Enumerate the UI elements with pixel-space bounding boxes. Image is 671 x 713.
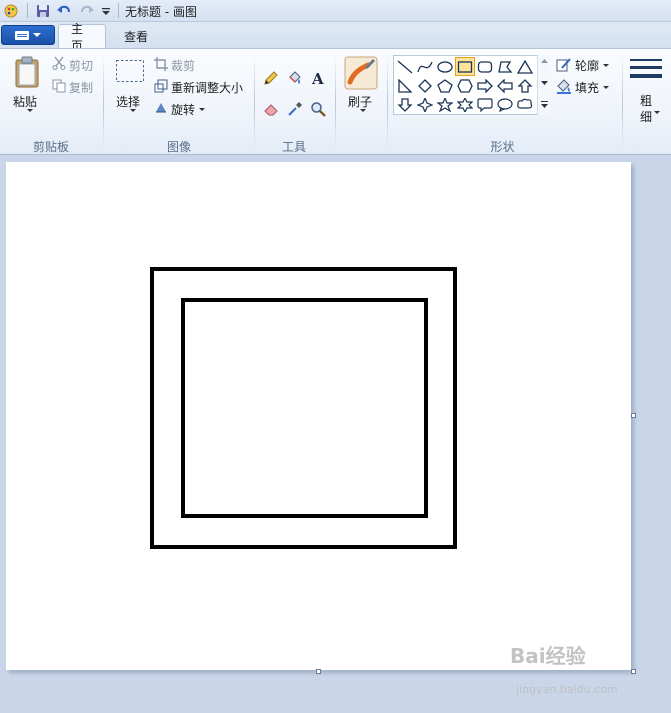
color-picker-icon[interactable] — [284, 98, 306, 120]
right-triangle-shape-icon[interactable] — [395, 76, 415, 95]
resize-icon — [153, 78, 169, 94]
size-button[interactable]: 粗细 — [640, 93, 654, 125]
right-arrow-shape-icon[interactable] — [475, 76, 495, 95]
fill-button[interactable]: 填充 — [575, 79, 610, 96]
title-bar: 无标题 - 画图 — [0, 0, 671, 22]
image-group-label: 图像 — [166, 140, 191, 154]
brushes-button[interactable]: 刷子 — [348, 93, 372, 110]
rotate-icon — [153, 99, 169, 115]
group-divider — [387, 55, 388, 151]
brushes-dropdown[interactable] — [356, 109, 366, 112]
cloud-callout-shape-icon[interactable] — [515, 95, 535, 114]
chevron-down-icon — [33, 33, 41, 37]
canvas-resize-handle-corner[interactable] — [631, 669, 636, 674]
paste-dropdown[interactable] — [23, 109, 33, 112]
chevron-down-icon — [199, 108, 206, 111]
canvas-resize-handle-bottom[interactable] — [316, 669, 321, 674]
rotate-button[interactable]: 旋转 — [171, 101, 206, 118]
oval-callout-shape-icon[interactable] — [495, 95, 515, 114]
customize-qat-icon[interactable] — [97, 2, 115, 20]
brush-icon[interactable] — [344, 56, 378, 90]
diamond-shape-icon[interactable] — [415, 76, 435, 95]
tools-group-label: 工具 — [281, 140, 306, 154]
group-divider — [335, 55, 336, 151]
shapes-gallery-scrollbar[interactable] — [537, 55, 550, 115]
hexagon-shape-icon[interactable] — [455, 76, 475, 95]
tab-view[interactable]: 查看 — [112, 24, 160, 48]
oval-shape-icon[interactable] — [435, 57, 455, 76]
copy-icon — [51, 78, 67, 94]
fill-bucket-icon[interactable] — [284, 67, 306, 89]
chevron-down-icon — [654, 111, 660, 114]
chevron-down-icon — [130, 109, 136, 112]
ribbon-tabs: 主页 查看 — [0, 22, 671, 53]
six-point-star-shape-icon[interactable] — [455, 95, 475, 114]
magnifier-icon[interactable] — [307, 98, 329, 120]
line-width-icon[interactable] — [629, 57, 663, 85]
qat-divider — [27, 3, 28, 18]
select-dropdown[interactable] — [126, 109, 136, 112]
crop-button[interactable]: 裁剪 — [171, 57, 195, 74]
save-icon[interactable] — [34, 2, 52, 20]
group-divider — [103, 55, 104, 151]
cut-button[interactable]: 剪切 — [69, 57, 93, 74]
four-point-star-shape-icon[interactable] — [415, 95, 435, 114]
curve-shape-icon[interactable] — [415, 57, 435, 76]
fill-label: 填充 — [575, 81, 600, 95]
resize-button[interactable]: 重新调整大小 — [171, 79, 243, 96]
rounded-callout-shape-icon[interactable] — [475, 95, 495, 114]
window-title: 无标题 - 画图 — [125, 5, 197, 19]
select-button[interactable]: 选择 — [116, 93, 140, 110]
undo-icon[interactable] — [55, 2, 73, 20]
triangle-shape-icon[interactable] — [515, 57, 535, 76]
watermark-logo: Bai经验 — [510, 644, 586, 668]
select-icon[interactable] — [115, 59, 145, 83]
pentagon-shape-icon[interactable] — [435, 76, 455, 95]
pencil-icon[interactable] — [260, 67, 282, 89]
paint-menu-button[interactable] — [1, 25, 55, 45]
shapes-group-label: 形状 — [490, 140, 515, 154]
down-arrow-shape-icon[interactable] — [395, 95, 415, 114]
chevron-down-icon — [603, 64, 610, 67]
polygon-shape-icon[interactable] — [495, 57, 515, 76]
redo-icon[interactable] — [78, 2, 96, 20]
outline-button[interactable]: 轮廓 — [575, 57, 610, 74]
five-point-star-shape-icon[interactable] — [435, 95, 455, 114]
scissors-icon — [51, 55, 67, 71]
outline-icon — [555, 56, 573, 74]
chevron-down-icon — [603, 86, 610, 89]
group-divider — [622, 55, 623, 151]
paint-app-icon[interactable] — [2, 2, 20, 20]
watermark-url: jingyan.baidu.com — [516, 683, 618, 696]
tab-home[interactable]: 主页 — [58, 22, 106, 53]
document-icon — [15, 30, 29, 40]
paste-button[interactable]: 粘贴 — [13, 93, 37, 110]
rectangle-shape-icon[interactable] — [455, 57, 475, 76]
up-arrow-shape-icon[interactable] — [515, 76, 535, 95]
svg-text:A: A — [311, 70, 324, 86]
chevron-down-icon — [27, 109, 33, 112]
fill-icon — [555, 77, 573, 95]
paste-icon[interactable] — [13, 55, 41, 89]
group-divider — [254, 55, 255, 151]
ribbon: 粘贴 剪切 复制 剪贴板 选择 裁剪 重新调整大小 旋转 图像 A 工具 刷子 … — [0, 48, 671, 155]
outline-label: 轮廓 — [575, 59, 600, 73]
eraser-icon[interactable] — [260, 98, 282, 120]
inner-rectangle-drawing — [181, 298, 428, 518]
text-tool-icon[interactable]: A — [307, 67, 329, 89]
shapes-gallery — [393, 55, 550, 115]
crop-icon — [153, 56, 169, 72]
chevron-down-icon — [360, 109, 366, 112]
canvas-resize-handle-right[interactable] — [631, 413, 636, 418]
size-dropdown[interactable] — [650, 111, 660, 114]
rotate-label: 旋转 — [171, 103, 196, 117]
rounded-rectangle-shape-icon[interactable] — [475, 57, 495, 76]
title-divider — [118, 3, 119, 18]
line-shape-icon[interactable] — [395, 57, 415, 76]
left-arrow-shape-icon[interactable] — [495, 76, 515, 95]
copy-button[interactable]: 复制 — [69, 79, 93, 96]
clipboard-group-label: 剪贴板 — [32, 140, 69, 154]
